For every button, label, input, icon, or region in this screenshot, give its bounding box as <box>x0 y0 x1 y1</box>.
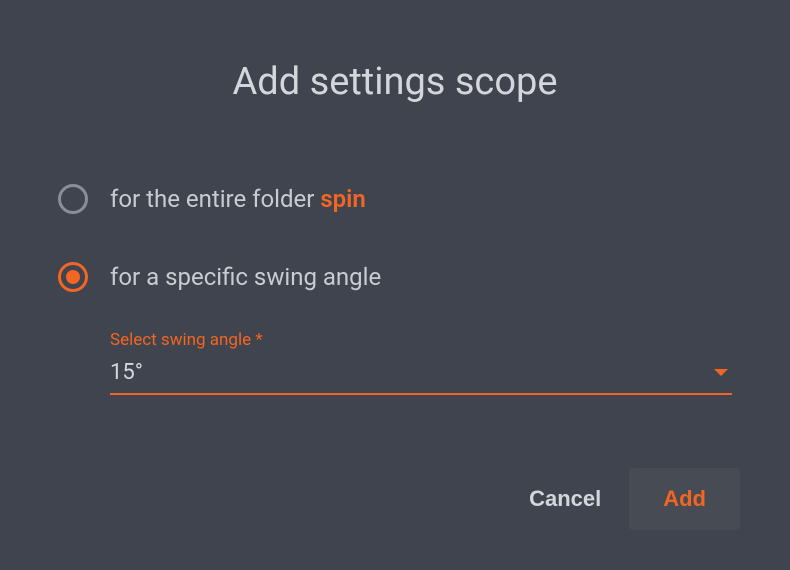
cancel-button[interactable]: Cancel <box>501 468 629 530</box>
add-settings-scope-dialog: Add settings scope for the entire folder… <box>0 0 790 570</box>
label-prefix: for the entire folder <box>110 185 320 213</box>
radio-dot-icon <box>66 270 80 284</box>
swing-angle-select-label: Select swing angle * <box>110 330 732 350</box>
radio-icon-selected <box>58 262 88 292</box>
swing-angle-select-block: Select swing angle * 15° <box>110 330 732 395</box>
chevron-down-icon <box>714 369 728 376</box>
swing-angle-selected-value: 15° <box>110 360 143 385</box>
radio-icon-unselected <box>58 184 88 214</box>
radio-label-entire-folder: for the entire folder spin <box>110 185 366 213</box>
swing-angle-select[interactable]: 15° <box>110 350 732 395</box>
dialog-title: Add settings scope <box>0 60 790 104</box>
dialog-actions: Cancel Add <box>501 468 740 530</box>
add-button[interactable]: Add <box>629 468 740 530</box>
folder-name: spin <box>320 185 365 213</box>
scope-options: for the entire folder spin for a specifi… <box>0 184 790 395</box>
radio-option-entire-folder[interactable]: for the entire folder spin <box>58 184 732 214</box>
radio-label-specific-angle: for a specific swing angle <box>110 263 381 291</box>
radio-option-specific-angle[interactable]: for a specific swing angle <box>58 262 732 292</box>
